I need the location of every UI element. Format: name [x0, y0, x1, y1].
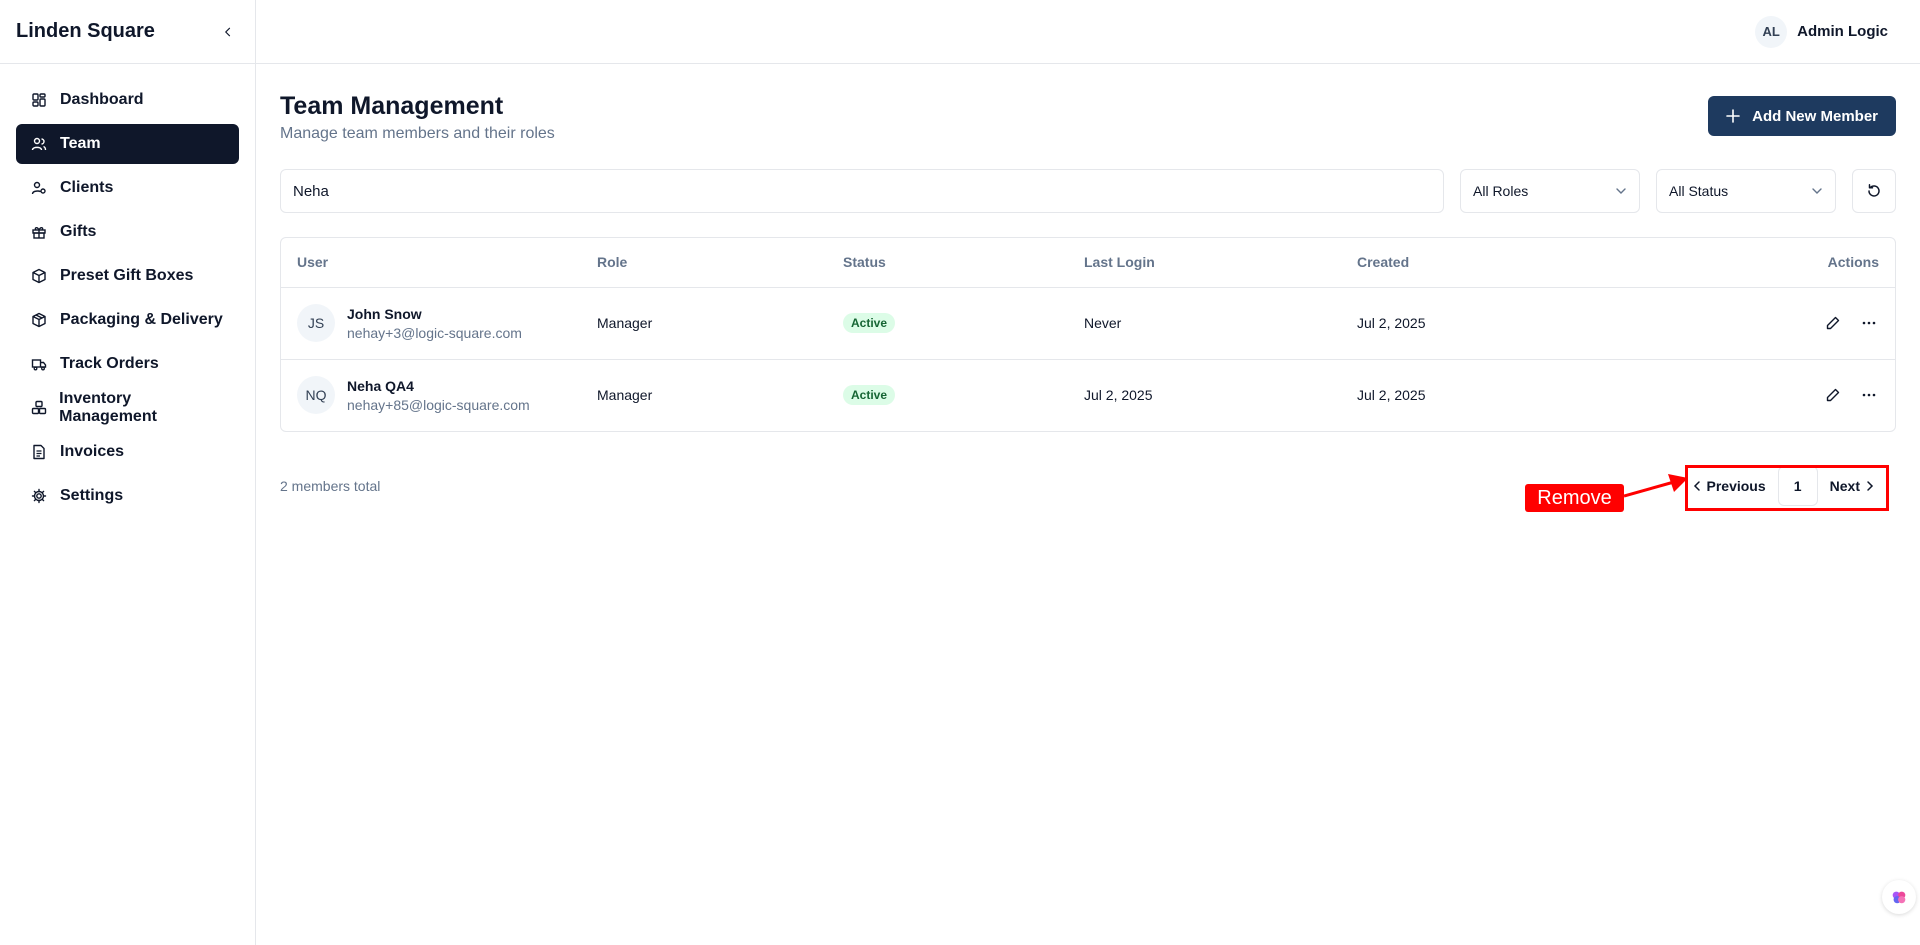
team-table: User Role Status Last Login Created Acti… — [280, 237, 1896, 432]
sidebar-item-dashboard[interactable]: Dashboard — [16, 80, 239, 120]
created-cell: Jul 2, 2025 — [1357, 387, 1426, 404]
column-header-actions: Actions — [1636, 238, 1895, 288]
status-badge: Active — [843, 385, 896, 406]
page-header: Team Management Manage team members and … — [280, 92, 1896, 143]
filter-bar: All Roles All Status — [280, 169, 1896, 213]
column-header-user: User — [281, 238, 581, 288]
sidebar: Linden Square Dashboard Team Clients Gif… — [0, 0, 256, 945]
sidebar-item-label: Packaging & Delivery — [60, 311, 223, 328]
row-actions — [1652, 385, 1879, 405]
role-cell: Manager — [581, 287, 827, 360]
sidebar-item-label: Dashboard — [60, 91, 144, 108]
annotation-arrow-icon — [1624, 474, 1688, 498]
status-filter-select[interactable]: All Status — [1656, 169, 1836, 213]
table-row: JS John Snow nehay+3@logic-square.com Ma… — [281, 287, 1895, 360]
chevron-down-icon — [1616, 188, 1626, 194]
members-total: 2 members total — [280, 478, 381, 494]
user-cell: JS John Snow nehay+3@logic-square.com — [297, 304, 565, 342]
sidebar-item-settings[interactable]: Settings — [16, 476, 239, 516]
sidebar-item-clients[interactable]: Clients — [16, 168, 239, 208]
column-header-role: Role — [581, 238, 827, 288]
main-content: Team Management Manage team members and … — [280, 64, 1896, 516]
brand-row: Linden Square — [0, 0, 255, 64]
assistant-brain-icon[interactable] — [1882, 880, 1916, 914]
sidebar-item-label: Invoices — [60, 443, 125, 460]
column-header-last-login: Last Login — [1068, 238, 1341, 288]
user-name: Admin Logic — [1797, 23, 1888, 40]
more-options-button[interactable] — [1859, 385, 1879, 405]
boxes-icon — [30, 399, 47, 417]
annotation-highlight-box — [1685, 465, 1889, 511]
document-icon — [30, 443, 48, 461]
sidebar-item-inventory-management[interactable]: Inventory Management — [16, 388, 239, 428]
avatar: NQ — [297, 376, 335, 415]
add-new-member-button[interactable]: Add New Member — [1708, 96, 1896, 136]
refresh-icon — [1868, 184, 1880, 197]
created-cell: Jul 2, 2025 — [1341, 287, 1637, 360]
sidebar-item-track-orders[interactable]: Track Orders — [16, 344, 239, 384]
sidebar-item-gifts[interactable]: Gifts — [16, 212, 239, 252]
ellipsis-icon — [1862, 321, 1876, 325]
user-menu[interactable]: AL Admin Logic — [1755, 15, 1888, 48]
user-email: nehay+3@logic-square.com — [347, 324, 522, 341]
avatar: AL — [1755, 15, 1788, 48]
edit-button[interactable] — [1823, 385, 1843, 405]
edit-button[interactable] — [1823, 313, 1843, 333]
users-icon — [30, 135, 48, 153]
sidebar-nav: Dashboard Team Clients Gifts Preset Gift… — [0, 64, 255, 536]
role-filter-select[interactable]: All Roles — [1460, 169, 1640, 213]
annotation-label: Remove — [1525, 484, 1624, 512]
chevron-left-icon — [225, 27, 231, 36]
page-title: Team Management — [280, 92, 504, 120]
sidebar-collapse-button[interactable] — [217, 21, 239, 43]
column-header-status: Status — [827, 238, 1068, 288]
avatar: JS — [297, 304, 335, 342]
chevron-down-icon — [1812, 188, 1822, 194]
gift-icon — [30, 223, 48, 241]
dashboard-icon — [30, 91, 48, 109]
sidebar-item-label: Track Orders — [60, 355, 159, 372]
column-header-created: Created — [1341, 238, 1637, 288]
sidebar-item-invoices[interactable]: Invoices — [16, 432, 239, 472]
box-icon — [30, 267, 48, 285]
user-circle-icon — [30, 179, 48, 197]
pencil-icon — [1826, 389, 1840, 402]
user-name: Neha QA4 — [347, 377, 414, 394]
sidebar-item-label: Gifts — [60, 223, 97, 240]
ellipsis-icon — [1862, 393, 1876, 397]
table-row: NQ Neha QA4 nehay+85@logic-square.com Ma… — [281, 359, 1895, 431]
role-filter-value: All Roles — [1473, 183, 1529, 199]
plus-icon — [1726, 109, 1740, 123]
sidebar-item-label: Team — [60, 135, 101, 152]
last-login-cell: Jul 2, 2025 — [1084, 387, 1153, 404]
search-input[interactable] — [280, 169, 1444, 213]
package-icon — [30, 311, 48, 329]
gear-icon — [30, 487, 48, 505]
sidebar-item-preset-gift-boxes[interactable]: Preset Gift Boxes — [16, 256, 239, 296]
sidebar-item-label: Clients — [60, 179, 114, 196]
topbar: AL Admin Logic — [256, 0, 1920, 64]
sidebar-item-label: Preset Gift Boxes — [60, 267, 194, 284]
row-actions — [1652, 313, 1879, 333]
status-badge: Active — [843, 313, 896, 333]
user-email: nehay+85@logic-square.com — [347, 396, 530, 413]
user-name: John Snow — [347, 305, 422, 322]
brand-title: Linden Square — [16, 20, 155, 42]
sidebar-item-label: Settings — [60, 487, 124, 504]
user-cell: NQ Neha QA4 nehay+85@logic-square.com — [297, 376, 565, 415]
reset-filters-button[interactable] — [1852, 169, 1896, 213]
page-subtitle: Manage team members and their roles — [280, 125, 555, 142]
pencil-icon — [1826, 316, 1840, 330]
last-login-cell: Never — [1068, 287, 1341, 360]
role-cell: Manager — [597, 387, 653, 404]
sidebar-item-label: Inventory Management — [59, 390, 157, 425]
add-new-member-label: Add New Member — [1752, 107, 1878, 125]
status-filter-value: All Status — [1669, 183, 1729, 199]
sidebar-item-packaging-delivery[interactable]: Packaging & Delivery — [16, 300, 239, 340]
truck-icon — [30, 355, 48, 373]
sidebar-item-team[interactable]: Team — [16, 124, 239, 164]
table-header-row: User Role Status Last Login Created Acti… — [281, 238, 1895, 288]
more-options-button[interactable] — [1859, 313, 1879, 333]
